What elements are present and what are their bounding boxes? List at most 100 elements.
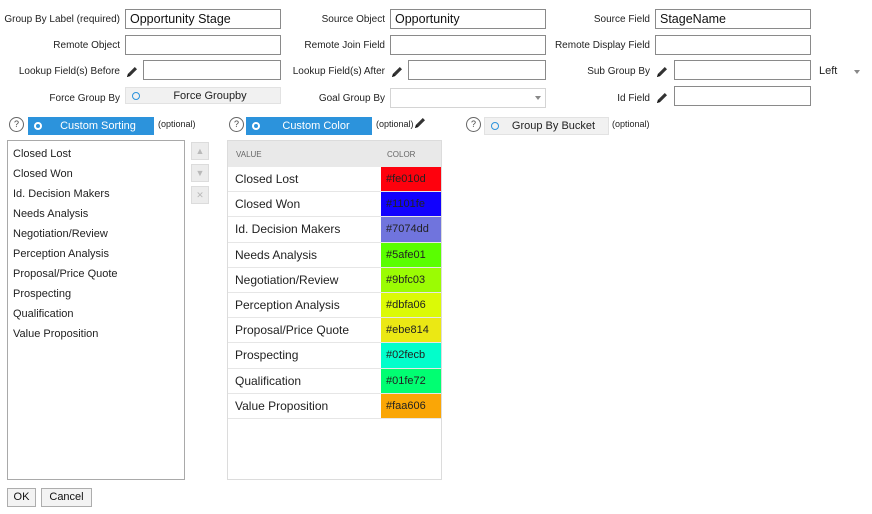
color-cell[interactable]: #faa606 [381, 393, 441, 418]
color-cell[interactable]: #fe010d [381, 167, 441, 192]
remote-join-field-input[interactable] [390, 35, 546, 55]
table-row[interactable]: Needs Analysis #5afe01 [228, 242, 441, 268]
remote-display-field-label: Remote Display Field [554, 40, 650, 51]
list-item[interactable]: Closed Won [8, 164, 184, 184]
source-field-input[interactable]: StageName [655, 9, 811, 29]
color-cell[interactable]: #1101fe [381, 192, 441, 217]
table-row[interactable]: Prospecting #02fecb [228, 343, 441, 369]
value-cell: Value Proposition [235, 398, 329, 413]
table-row[interactable]: Proposal/Price Quote #ebe814 [228, 318, 441, 344]
force-groupby-toggle-label: Force Groupby [173, 89, 247, 102]
sub-group-by-input[interactable] [674, 60, 811, 80]
sub-group-align-value: Left [819, 65, 838, 77]
list-item[interactable]: Negotiation/Review [8, 224, 184, 244]
color-cell[interactable]: #9bfc03 [381, 267, 441, 292]
remote-join-field-label: Remote Join Field [304, 40, 385, 51]
table-row[interactable]: Value Proposition #faa606 [228, 393, 441, 419]
custom-color-optional: (optional) [376, 119, 414, 129]
custom-color-table: VALUE COLOR Closed Lost #fe010d Closed Wo… [227, 140, 442, 480]
pencil-icon[interactable] [413, 116, 427, 130]
remote-object-label: Remote Object [53, 40, 120, 51]
table-header: VALUE COLOR [228, 141, 441, 167]
lookup-after-input[interactable] [408, 60, 546, 80]
chevron-down-icon[interactable] [535, 96, 541, 100]
source-object-input[interactable]: Opportunity [390, 9, 546, 29]
color-cell[interactable]: #01fe72 [381, 368, 441, 393]
pencil-icon[interactable] [125, 65, 139, 79]
pencil-icon[interactable] [655, 65, 669, 79]
id-field-label: Id Field [617, 93, 650, 104]
color-cell[interactable]: #7074dd [381, 217, 441, 242]
list-item[interactable]: Id. Decision Makers [8, 184, 184, 204]
value-cell: Proposal/Price Quote [235, 323, 350, 338]
list-item[interactable]: Needs Analysis [8, 204, 184, 224]
radio-icon [491, 122, 499, 130]
table-row[interactable]: Qualification #01fe72 [228, 368, 441, 394]
lookup-after-label: Lookup Field(s) After [292, 66, 385, 77]
chevron-down-icon[interactable] [854, 70, 860, 74]
sub-group-by-label: Sub Group By [587, 66, 650, 77]
group-by-bucket-label: Group By Bucket [511, 120, 596, 132]
custom-color-label: Custom Color [282, 120, 350, 132]
custom-sorting-optional: (optional) [158, 119, 196, 129]
group-by-bucket-toggle[interactable]: Group By Bucket [484, 117, 609, 135]
force-group-by-label: Force Group By [49, 93, 120, 104]
list-item[interactable]: Closed Lost [8, 144, 184, 164]
list-item[interactable]: Qualification [8, 304, 184, 324]
table-row[interactable]: Closed Won #1101fe [228, 192, 441, 218]
move-down-button[interactable]: ▼ [191, 164, 209, 182]
pencil-icon[interactable] [655, 91, 669, 105]
value-cell: Prospecting [235, 348, 299, 363]
radio-icon [132, 91, 140, 100]
remote-display-field-input[interactable] [655, 35, 811, 55]
value-cell: Closed Won [235, 197, 301, 212]
id-field-input[interactable] [674, 86, 811, 106]
remote-object-input[interactable] [125, 35, 281, 55]
pencil-icon[interactable] [390, 65, 404, 79]
radio-icon [34, 122, 42, 130]
help-circle-icon[interactable]: ? [229, 117, 244, 132]
value-cell: Closed Lost [235, 172, 299, 186]
help-circle-icon[interactable]: ? [9, 117, 24, 132]
value-cell: Id. Decision Makers [235, 222, 341, 237]
goal-group-by-label: Goal Group By [318, 93, 385, 104]
value-column-header: VALUE [236, 149, 262, 159]
color-cell[interactable]: #5afe01 [381, 242, 441, 267]
remove-item-button[interactable]: ✕ [191, 186, 209, 204]
color-rows: Closed Lost #fe010d Closed Won #1101fe Id.… [228, 167, 441, 419]
help-circle-icon[interactable]: ? [466, 117, 481, 132]
list-item[interactable]: Prospecting [8, 284, 184, 304]
move-up-button[interactable]: ▲ [191, 142, 209, 160]
ok-button[interactable]: OK [7, 488, 36, 507]
group-by-label-label: Group By Label (required) [4, 14, 120, 25]
list-item[interactable]: Proposal/Price Quote [8, 264, 184, 284]
color-cell[interactable]: #02fecb [381, 343, 441, 368]
custom-sorting-label: Custom Sorting [60, 120, 136, 132]
table-row[interactable]: Perception Analysis #dbfa06 [228, 292, 441, 319]
group-by-label-input[interactable]: Opportunity Stage [125, 9, 281, 29]
lookup-before-label: Lookup Field(s) Before [18, 66, 120, 77]
goal-group-by-select[interactable] [390, 88, 546, 108]
cancel-button[interactable]: Cancel [41, 488, 92, 507]
custom-sorting-toggle[interactable]: Custom Sorting [28, 117, 154, 135]
group-by-bucket-optional: (optional) [612, 119, 650, 129]
value-cell: Perception Analysis [235, 297, 340, 312]
lookup-before-input[interactable] [143, 60, 281, 80]
table-row[interactable]: Id. Decision Makers #7074dd [228, 217, 441, 243]
custom-sort-list[interactable]: Closed Lost Closed Won Id. Decision Make… [7, 140, 185, 480]
list-item[interactable]: Perception Analysis [8, 244, 184, 264]
list-item[interactable]: Value Proposition [8, 324, 184, 344]
color-cell[interactable]: #dbfa06 [381, 292, 441, 318]
source-field-label: Source Field [593, 14, 650, 25]
source-object-label: Source Object [321, 14, 385, 25]
value-cell: Negotiation/Review [235, 272, 339, 287]
force-groupby-toggle[interactable]: Force Groupby [125, 87, 281, 104]
value-cell: Qualification [235, 373, 302, 388]
table-row[interactable]: Negotiation/Review #9bfc03 [228, 267, 441, 293]
color-cell[interactable]: #ebe814 [381, 318, 441, 343]
color-column-header: COLOR [387, 149, 416, 159]
custom-color-toggle[interactable]: Custom Color [246, 117, 372, 135]
value-cell: Needs Analysis [235, 247, 318, 262]
table-row[interactable]: Closed Lost #fe010d [228, 167, 441, 193]
radio-icon [252, 122, 260, 130]
